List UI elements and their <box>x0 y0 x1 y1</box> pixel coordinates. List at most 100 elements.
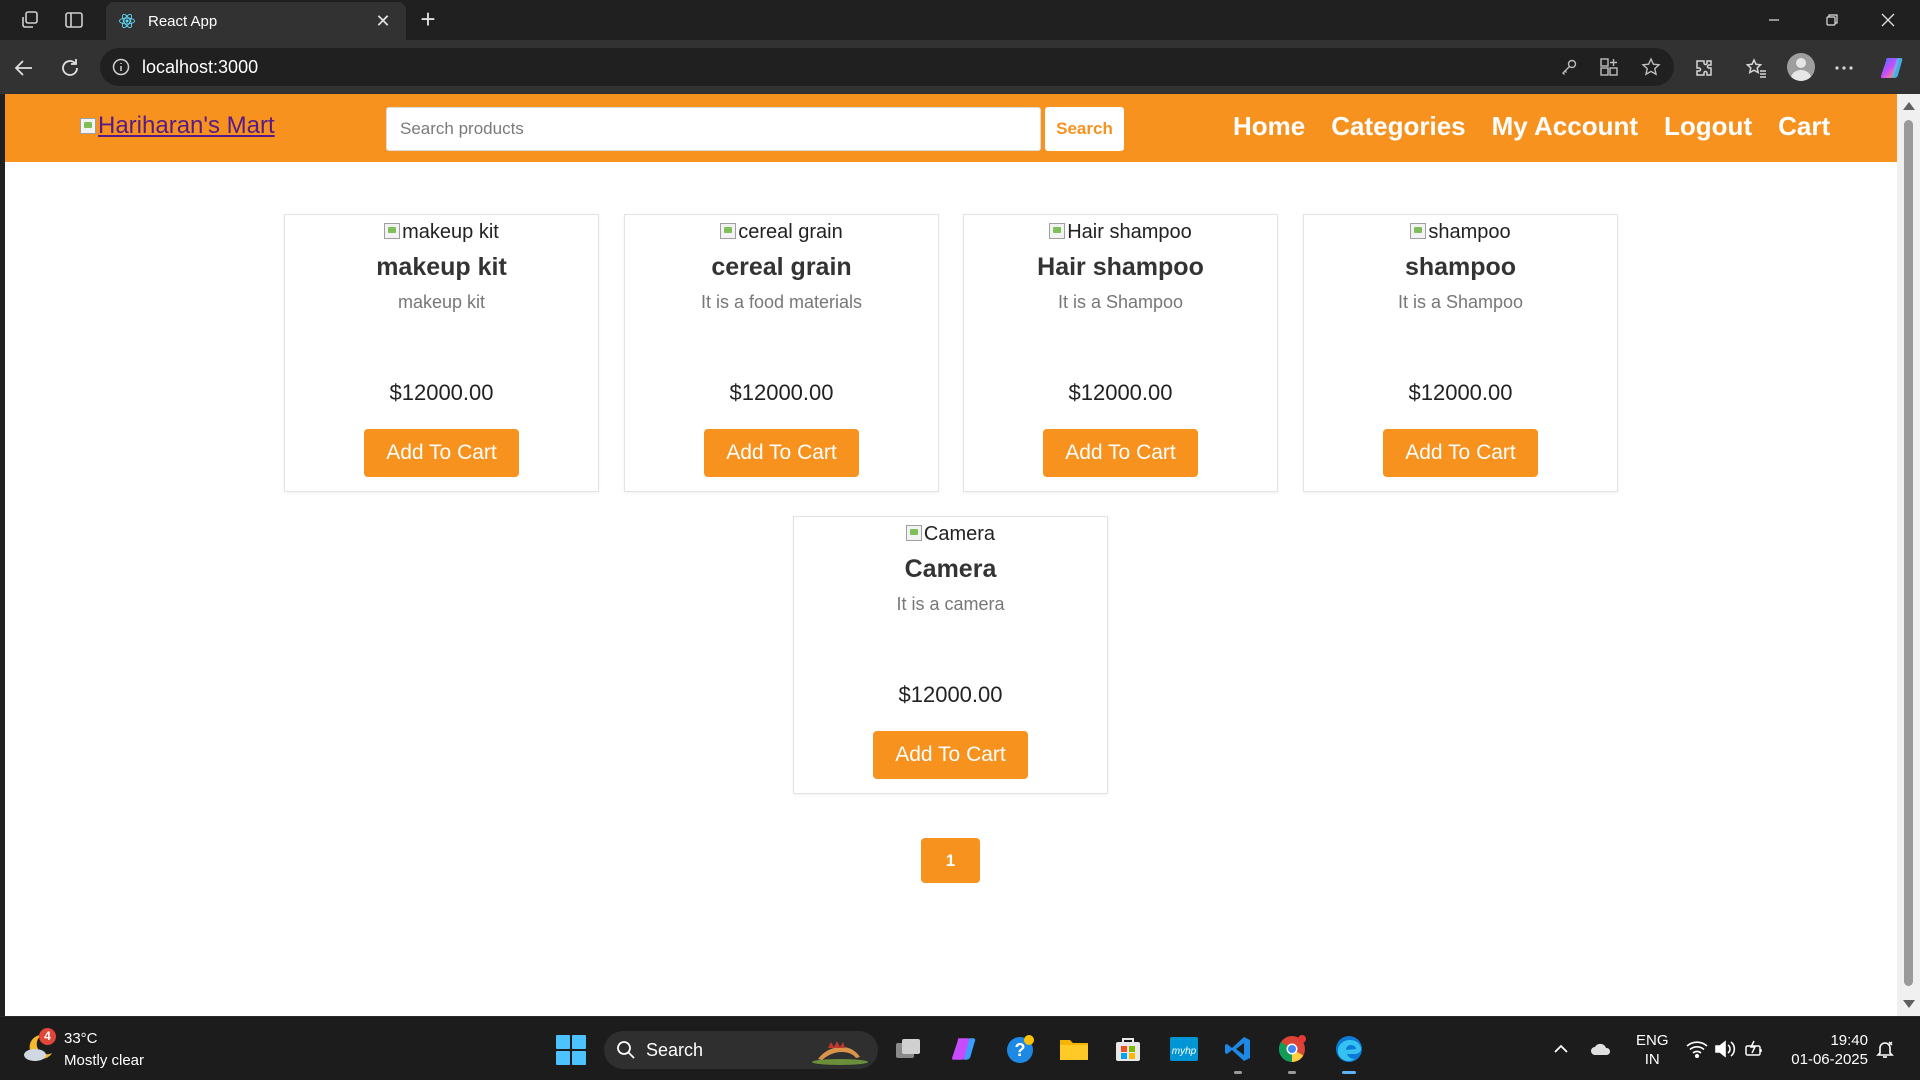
pagination-page-button[interactable]: 1 <box>921 838 980 883</box>
file-explorer-icon[interactable] <box>1058 1033 1090 1065</box>
onedrive-cloud-icon[interactable] <box>1590 1039 1612 1059</box>
broken-image-icon <box>1410 223 1427 239</box>
browser-tab[interactable]: React App ✕ <box>106 2 406 40</box>
product-card: makeup kit makeup kit makeup kit $12000.… <box>284 214 599 492</box>
chrome-icon[interactable] <box>1276 1033 1308 1074</box>
key-icon[interactable] <box>1556 56 1582 78</box>
browser-titlebar: React App ✕ + <box>0 0 1920 40</box>
search-icon <box>616 1040 636 1060</box>
add-to-cart-button[interactable]: Add To Cart <box>873 731 1028 779</box>
back-icon[interactable] <box>10 54 38 82</box>
search-button[interactable]: Search <box>1045 107 1124 151</box>
taskbar-search[interactable]: Search <box>604 1031 878 1069</box>
product-description: It is a Shampoo <box>1057 292 1184 312</box>
product-name: cereal grain <box>711 253 852 281</box>
edge-icon[interactable] <box>1333 1033 1365 1074</box>
restore-icon[interactable] <box>1810 6 1854 34</box>
weather-alert-badge: 4 <box>39 1028 56 1045</box>
task-view-icon[interactable] <box>892 1033 924 1065</box>
nav-categories[interactable]: Categories <box>1331 111 1465 142</box>
nav-cart[interactable]: Cart <box>1778 111 1830 142</box>
favorite-star-icon[interactable] <box>1638 56 1664 78</box>
reload-icon[interactable] <box>56 54 84 82</box>
myhp-app-icon[interactable]: myhp <box>1168 1033 1200 1065</box>
scroll-up-icon[interactable] <box>1903 102 1915 110</box>
product-card: shampoo shampoo It is a Shampoo $12000.0… <box>1303 214 1618 492</box>
svg-text:myhp: myhp <box>1172 1046 1197 1057</box>
product-image: makeup kit <box>285 221 598 244</box>
page-viewport: Hariharan's Mart Search Home Categories … <box>5 94 1897 1016</box>
language-indicator[interactable]: ENG IN <box>1636 1031 1669 1069</box>
workspaces-icon[interactable] <box>18 8 42 32</box>
product-price: $12000.00 <box>1068 380 1173 405</box>
product-image: shampoo <box>1304 221 1617 244</box>
nav-my-account[interactable]: My Account <box>1492 111 1638 142</box>
product-name: shampoo <box>1404 253 1517 281</box>
add-to-cart-button[interactable]: Add To Cart <box>1043 429 1198 477</box>
app-header: Hariharan's Mart Search Home Categories … <box>5 94 1897 162</box>
notification-bell-icon[interactable] <box>1874 1039 1896 1059</box>
nav-home[interactable]: Home <box>1233 111 1305 142</box>
broken-image-icon <box>720 223 737 239</box>
product-description: It is a camera <box>896 594 1005 614</box>
search-input[interactable] <box>386 107 1041 151</box>
vscode-icon[interactable] <box>1222 1033 1254 1074</box>
help-app-icon[interactable]: ? <box>1004 1033 1036 1065</box>
broken-image-icon <box>80 118 96 134</box>
product-price: $12000.00 <box>898 682 1003 707</box>
scrollbar-thumb[interactable] <box>1904 120 1913 986</box>
dinosaur-highlight-icon <box>810 1035 870 1065</box>
system-clock[interactable]: 19:40 01-06-2025 <box>1784 1031 1868 1069</box>
broken-image-icon <box>1049 223 1066 239</box>
close-tab-icon[interactable]: ✕ <box>372 11 394 32</box>
profile-avatar[interactable] <box>1787 53 1815 81</box>
taskbar: 4 33°C Mostly clear Search ? myhp ENG IN… <box>0 1016 1920 1080</box>
product-image: Hair shampoo <box>964 221 1277 244</box>
react-favicon-icon <box>118 12 136 30</box>
site-info-icon[interactable] <box>112 58 130 76</box>
minimize-icon[interactable] <box>1752 6 1796 34</box>
product-price: $12000.00 <box>729 380 834 405</box>
product-name: Hair shampoo <box>1037 253 1204 281</box>
copilot-icon[interactable] <box>1878 54 1906 82</box>
svg-text:?: ? <box>1015 1040 1026 1060</box>
add-to-cart-button[interactable]: Add To Cart <box>364 429 519 477</box>
product-price: $12000.00 <box>1408 380 1513 405</box>
favorites-icon[interactable] <box>1742 54 1770 82</box>
brand-name: Hariharan's Mart <box>98 112 275 139</box>
page-scrollbar[interactable] <box>1897 94 1920 1016</box>
scroll-down-icon[interactable] <box>1903 1000 1915 1008</box>
tab-actions-icon[interactable] <box>62 8 86 32</box>
browser-toolbar: localhost:3000 <box>0 40 1920 94</box>
battery-charging-icon[interactable] <box>1744 1039 1766 1059</box>
start-button[interactable] <box>556 1035 586 1065</box>
product-description: It is a food materials <box>700 292 863 312</box>
url-text: localhost:3000 <box>142 56 259 77</box>
broken-image-icon <box>384 223 401 239</box>
weather-description: Mostly clear <box>64 1052 145 1069</box>
broken-image-icon <box>905 525 922 541</box>
close-window-icon[interactable] <box>1866 6 1910 34</box>
wifi-icon[interactable] <box>1686 1039 1708 1059</box>
add-to-cart-button[interactable]: Add To Cart <box>1383 429 1538 477</box>
product-description: It is a Shampoo <box>1397 292 1524 312</box>
copilot-app-icon[interactable] <box>948 1033 980 1065</box>
chevron-up-icon[interactable] <box>1550 1039 1572 1059</box>
brand-logo-link[interactable]: Hariharan's Mart <box>80 112 275 140</box>
product-card: Hair shampoo Hair shampoo It is a Shampo… <box>963 214 1278 492</box>
product-name: makeup kit <box>376 253 507 281</box>
product-price: $12000.00 <box>389 380 494 405</box>
app-available-icon[interactable] <box>1596 56 1622 78</box>
more-options-icon[interactable] <box>1830 54 1858 82</box>
add-to-cart-button[interactable]: Add To Cart <box>704 429 859 477</box>
address-bar[interactable]: localhost:3000 <box>100 48 1674 86</box>
nav-logout[interactable]: Logout <box>1664 111 1752 142</box>
product-description: makeup kit <box>397 292 486 312</box>
extensions-icon[interactable] <box>1690 54 1718 82</box>
new-tab-icon[interactable]: + <box>414 6 442 34</box>
volume-icon[interactable] <box>1714 1039 1736 1059</box>
microsoft-store-icon[interactable] <box>1112 1033 1144 1065</box>
product-card: cereal grain cereal grain It is a food m… <box>624 214 939 492</box>
weather-temperature: 33°C <box>64 1030 98 1047</box>
product-image: cereal grain <box>625 221 938 244</box>
